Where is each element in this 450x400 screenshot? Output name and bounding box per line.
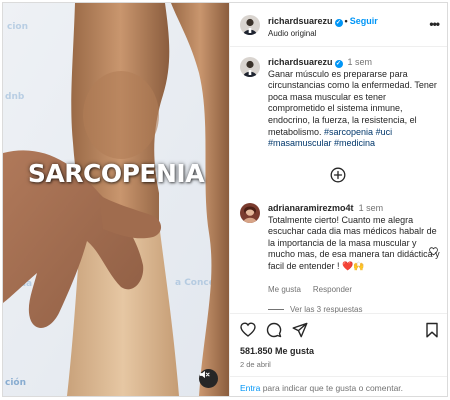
view-replies-label: Ver las 3 respuestas: [290, 305, 363, 313]
comment-line: Totalmente cierto! Cuanto me alegra: [268, 214, 414, 225]
comments-list: richardsuarezu ✓ 1 sem Ganar músculo es p…: [230, 47, 447, 313]
comment-line: escuchar cada dia mas médicos habalr de: [268, 226, 437, 237]
add-comment-section: Entra para indicar que te gusta o coment…: [230, 376, 447, 396]
post-date: 2 de abril: [240, 360, 271, 369]
svg-text:dnb: dnb: [5, 92, 25, 102]
caption-line: poca masa muscular es tener: [268, 91, 387, 102]
comment-actions: Me gusta Responder: [268, 285, 352, 294]
login-prompt-text: para indicar que te gusta o comentar.: [260, 383, 404, 393]
verified-badge-icon: ✓: [334, 60, 343, 68]
comment-time: 1 sem: [358, 203, 384, 213]
hashtag-link[interactable]: #masamuscular #medicina: [268, 138, 375, 148]
comment-emojis: ❤️🙌: [342, 260, 365, 271]
replies-divider: [268, 309, 284, 311]
hashtag-link[interactable]: #sarcopenia #uci: [324, 127, 392, 137]
verified-badge-icon: ✓: [334, 19, 343, 27]
media-overlay-text: SARCOPENIA: [27, 159, 205, 188]
comment-like-heart-icon[interactable]: [429, 247, 438, 258]
speaker-muted-icon[interactable]: [199, 369, 218, 388]
bookmark-icon[interactable]: [424, 322, 440, 338]
caption-line: comprometido el sistema inmune,: [268, 103, 403, 114]
view-replies-button[interactable]: Ver las 3 respuestas: [268, 305, 362, 313]
post-header: richardsuarezu ✓ • Seguir Audio original ••…: [230, 3, 447, 47]
comment-line: la importancia de la masa muscular y: [268, 237, 417, 248]
instagram-post-modal: cion dnb ujida ujid a Concep ción SARCOP…: [2, 2, 448, 397]
media-image: cion dnb ujida ujid a Concep ción: [3, 3, 229, 396]
comment-line: mucho mas, de esa manera tan didáctica y: [268, 249, 440, 260]
avatar[interactable]: [240, 15, 260, 35]
login-prompt: Entra para indicar que te gusta o coment…: [240, 383, 403, 393]
avatar[interactable]: [240, 203, 260, 223]
comment-line: facil de entender !: [268, 260, 343, 271]
comment-body: adrianaramirezmo4t 1 sem Totalmente cier…: [268, 203, 446, 273]
share-icon[interactable]: [292, 322, 308, 338]
caption-line: circunstancias como la enfermedad. Tener: [268, 80, 437, 91]
avatar[interactable]: [240, 57, 260, 77]
post-side-panel: richardsuarezu ✓ • Seguir Audio original ••…: [229, 3, 447, 396]
caption-line: endocrino, la fuerza, la resistencia, el: [268, 114, 417, 125]
caption-time: 1 sem: [347, 57, 373, 67]
separator-dot: •: [344, 16, 348, 26]
follow-button[interactable]: Seguir: [350, 16, 378, 26]
post-media[interactable]: cion dnb ujida ujid a Concep ción SARCOP…: [3, 3, 229, 396]
comment-icon[interactable]: [266, 322, 282, 338]
comment-like-button[interactable]: Me gusta: [268, 285, 301, 294]
likes-count[interactable]: 581.850 Me gusta: [240, 346, 314, 356]
header-user-line: richardsuarezu ✓ • Seguir: [268, 16, 378, 27]
action-bar: 581.850 Me gusta 2 de abril Entra para i…: [230, 313, 447, 396]
comment-reply-button[interactable]: Responder: [313, 285, 352, 294]
caption-line: metabolismo.: [268, 126, 325, 137]
comment-username[interactable]: adrianaramirezmo4t: [268, 203, 354, 213]
plus-circle-icon[interactable]: [330, 167, 346, 183]
header-username[interactable]: richardsuarezu: [268, 16, 333, 26]
caption-body: richardsuarezu ✓ 1 sem Ganar músculo es p…: [268, 57, 446, 150]
caption-line: Ganar músculo es prepararse para: [268, 68, 408, 79]
audio-original-link[interactable]: Audio original: [268, 29, 316, 38]
svg-text:cion: cion: [7, 22, 28, 32]
heart-icon[interactable]: [240, 322, 256, 338]
svg-text:ción: ción: [5, 377, 26, 388]
caption-username[interactable]: richardsuarezu: [268, 57, 333, 67]
login-link[interactable]: Entra: [240, 383, 260, 393]
more-horizontal-icon[interactable]: •••: [429, 17, 440, 31]
